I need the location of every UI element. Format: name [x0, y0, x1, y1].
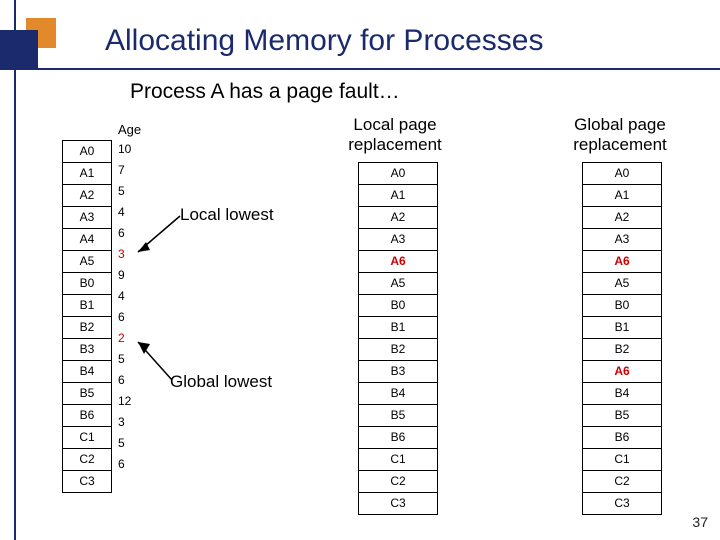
- stack-row: C2: [359, 470, 437, 492]
- global-header: Global page replacement: [545, 115, 695, 154]
- stack-row: B5: [63, 382, 111, 404]
- stack-row: A6: [583, 360, 661, 382]
- stack-row: A2: [359, 206, 437, 228]
- stack-row: A5: [583, 272, 661, 294]
- age-value: 6: [118, 454, 148, 475]
- global-page-stack: A0A1A2A3A6A5B0B1B2A6B4B5B6C1C2C3: [582, 162, 662, 515]
- stack-row: A3: [583, 228, 661, 250]
- stack-row: C3: [359, 492, 437, 514]
- stack-row: C2: [63, 448, 111, 470]
- stack-row: A5: [63, 250, 111, 272]
- stack-row: C1: [63, 426, 111, 448]
- age-header: Age: [118, 122, 148, 137]
- stack-row: B2: [63, 316, 111, 338]
- stack-row: A6: [359, 250, 437, 272]
- stack-row: B1: [359, 316, 437, 338]
- local-header: Local page replacement: [320, 115, 470, 154]
- stack-row: B6: [63, 404, 111, 426]
- stack-row: B6: [583, 426, 661, 448]
- stack-row: C2: [583, 470, 661, 492]
- stack-row: A5: [359, 272, 437, 294]
- stack-row: C3: [583, 492, 661, 514]
- age-value: 5: [118, 433, 148, 454]
- stack-row: B4: [63, 360, 111, 382]
- age-value: 10: [118, 139, 148, 160]
- corner-decoration: [0, 0, 70, 70]
- main-page-stack: A0A1A2A3A4A5B0B1B2B3B4B5B6C1C2C3: [62, 140, 112, 493]
- stack-row: A1: [359, 184, 437, 206]
- age-value: 5: [118, 181, 148, 202]
- page-subtitle: Process A has a page fault…: [130, 80, 400, 104]
- age-value: 9: [118, 265, 148, 286]
- stack-row: B0: [359, 294, 437, 316]
- age-column: Age 107546394625612356: [118, 122, 148, 475]
- stack-row: A0: [359, 163, 437, 184]
- stack-row: B1: [583, 316, 661, 338]
- stack-row: B6: [359, 426, 437, 448]
- stack-row: B1: [63, 294, 111, 316]
- stack-row: A0: [583, 163, 661, 184]
- stack-row: A2: [583, 206, 661, 228]
- stack-row: A4: [63, 228, 111, 250]
- stack-row: A1: [63, 162, 111, 184]
- stack-row: B2: [359, 338, 437, 360]
- local-page-stack: A0A1A2A3A6A5B0B1B2B3B4B5B6C1C2C3: [358, 162, 438, 515]
- stack-row: B4: [359, 382, 437, 404]
- global-lowest-arrow: [130, 336, 180, 386]
- page-title: Allocating Memory for Processes: [105, 24, 544, 58]
- age-value: 4: [118, 286, 148, 307]
- stack-row: C3: [63, 470, 111, 492]
- stack-row: A6: [583, 250, 661, 272]
- stack-row: A2: [63, 184, 111, 206]
- page-number: 37: [692, 514, 708, 530]
- stack-row: B2: [583, 338, 661, 360]
- stack-row: C1: [359, 448, 437, 470]
- stack-row: B5: [359, 404, 437, 426]
- stack-row: A1: [583, 184, 661, 206]
- stack-row: B0: [583, 294, 661, 316]
- age-value: 12: [118, 391, 148, 412]
- age-value: 3: [118, 412, 148, 433]
- global-lowest-label: Global lowest: [170, 372, 272, 392]
- local-lowest-label: Local lowest: [180, 205, 274, 225]
- age-value: 7: [118, 160, 148, 181]
- stack-row: C1: [583, 448, 661, 470]
- stack-row: B3: [63, 338, 111, 360]
- stack-row: B0: [63, 272, 111, 294]
- stack-row: A3: [63, 206, 111, 228]
- age-value: 6: [118, 307, 148, 328]
- stack-row: B3: [359, 360, 437, 382]
- slide: Allocating Memory for Processes Process …: [0, 0, 720, 540]
- stack-row: B5: [583, 404, 661, 426]
- stack-row: A3: [359, 228, 437, 250]
- stack-row: A0: [63, 141, 111, 162]
- stack-row: B4: [583, 382, 661, 404]
- local-lowest-arrow: [130, 210, 190, 260]
